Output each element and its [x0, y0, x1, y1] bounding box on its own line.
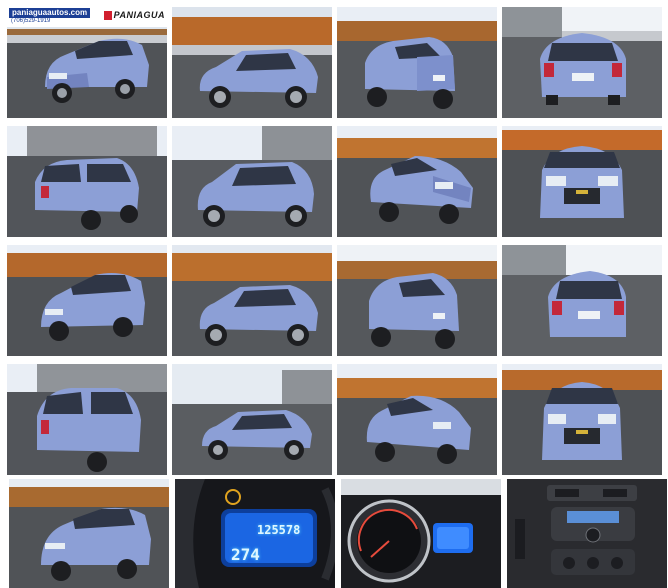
car-photo-front-low [502, 364, 662, 475]
thumbnail-front-low[interactable] [502, 364, 662, 475]
thumbnail-rear-2[interactable] [502, 245, 662, 356]
dealer-site: paniaguaautos.com [9, 8, 91, 18]
dealer-logo: PANIAGUA [103, 11, 165, 20]
odometer-reading: 125578 [257, 523, 301, 537]
car-photo-front-right-2 [337, 364, 497, 475]
car-photo-front-left-tight [9, 479, 169, 588]
thumbnail-rear-left-high[interactable] [7, 364, 167, 475]
range-reading: 274 [231, 545, 260, 564]
thumbnail-rear-left-low[interactable] [7, 126, 167, 237]
thumbnail-rear[interactable] [502, 7, 662, 118]
car-photo-front-left-2 [7, 245, 167, 356]
car-photo-left-side-far [172, 364, 332, 475]
thumbnail-rear-left-2[interactable] [337, 245, 497, 356]
thumbnail-gauge-cluster[interactable]: 125578 274 [175, 479, 335, 588]
dealer-watermark: paniaguaautos.com PANIAGUA (706)529-1919 [7, 7, 167, 27]
speedometer-photo [341, 479, 501, 588]
car-photo-front-right [337, 126, 497, 237]
thumbnail-left-side-2[interactable] [172, 126, 332, 237]
car-photo-front [502, 126, 662, 237]
car-photo-rear-left-low [7, 126, 167, 237]
thumbnail-left-side[interactable] [172, 7, 332, 118]
thumbnail-left-side-far[interactable] [172, 364, 332, 475]
car-photo-rear-left-high [7, 364, 167, 475]
dealer-phone: (706)529-1919 [11, 18, 51, 24]
photo-gallery-grid: paniaguaautos.com PANIAGUA (706)529-1919 [7, 7, 662, 475]
photo-gallery-bottom-row: 125578 274 [9, 479, 667, 588]
thumbnail-front-right-2[interactable] [337, 364, 497, 475]
car-photo-left-side-2 [172, 126, 332, 237]
thumbnail-center-console[interactable] [507, 479, 667, 588]
thumbnail-front[interactable] [502, 126, 662, 237]
car-photo-left-side [172, 7, 332, 118]
center-console-photo [507, 479, 667, 588]
car-photo-rear [502, 7, 662, 118]
car-photo-rear-left [337, 7, 497, 118]
thumbnail-front-right[interactable] [337, 126, 497, 237]
thumbnail-left-side-3[interactable] [172, 245, 332, 356]
thumbnail-speedometer[interactable] [341, 479, 501, 588]
thumbnail-rear-left[interactable] [337, 7, 497, 118]
thumbnail-front-left-2[interactable] [7, 245, 167, 356]
car-photo-left-side-3 [172, 245, 332, 356]
car-photo-rear-left-2 [337, 245, 497, 356]
thumbnail-front-left[interactable]: paniaguaautos.com PANIAGUA (706)529-1919 [7, 7, 167, 118]
thumbnail-front-left-tight[interactable] [9, 479, 169, 588]
car-photo-rear-2 [502, 245, 662, 356]
gauge-cluster-photo [175, 479, 335, 588]
